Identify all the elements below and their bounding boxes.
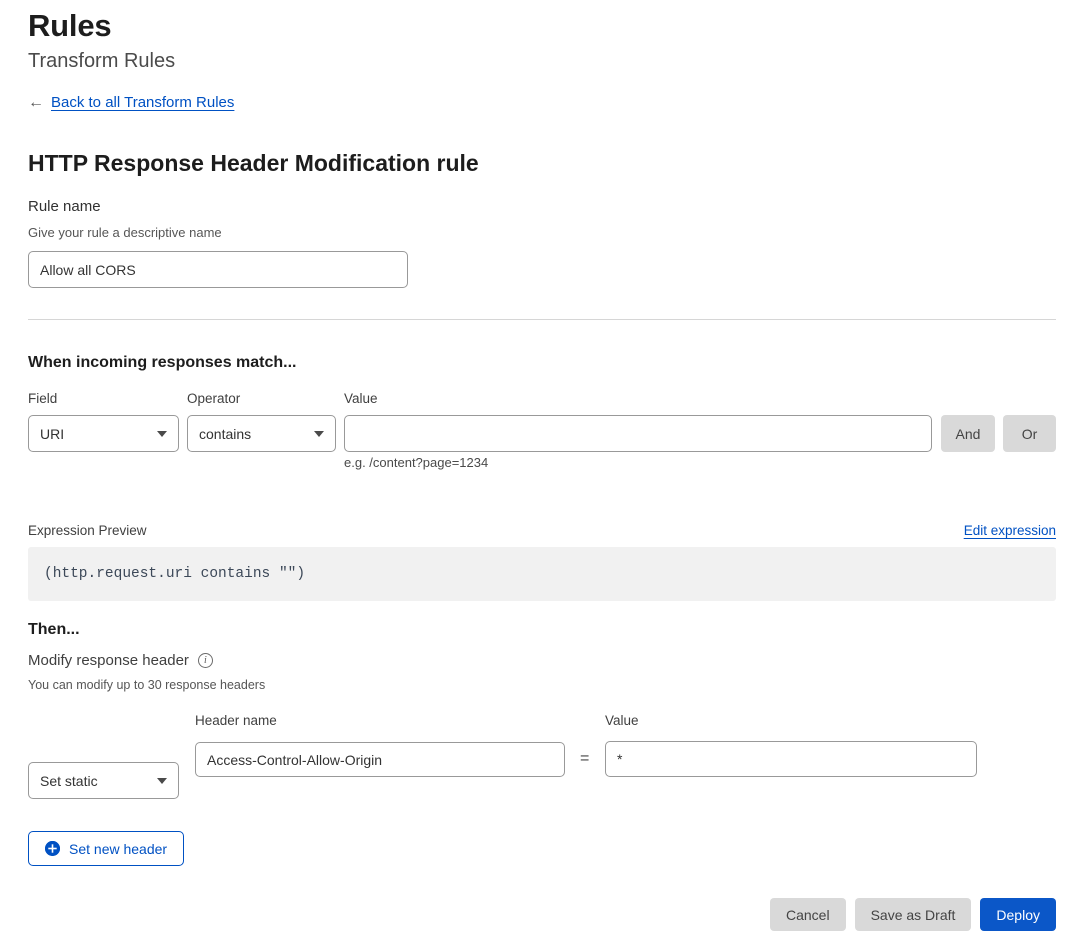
value-label: Value [344,391,378,406]
page-subtitle: Transform Rules [28,50,176,72]
operator-select-value: contains [199,425,252,442]
footer-actions: Cancel Save as Draft Deploy [0,898,1056,931]
header-value-input[interactable] [605,741,977,777]
expression-preview-text: (http.request.uri contains "") [44,566,306,582]
header-mode-select[interactable]: Set static [28,762,179,799]
match-value-hint: e.g. /content?page=1234 [344,455,489,470]
set-new-header-button[interactable]: Set new header [28,831,185,866]
save-as-draft-button[interactable]: Save as Draft [854,898,972,931]
set-new-header-label: Set new header [69,840,168,857]
field-select[interactable]: URI [28,415,179,452]
chevron-down-icon [157,777,167,784]
then-section-heading: Then... [28,621,80,638]
back-to-transform-rules-link[interactable]: ← Back to all Transform Rules [28,94,234,111]
page-title: Rules [28,8,112,43]
and-button[interactable]: And [941,415,995,452]
operator-select[interactable]: contains [187,415,336,452]
plus-circle-icon [45,841,60,856]
equals-sign: = [580,750,590,767]
rule-name-help-text: Give your rule a descriptive name [28,225,222,240]
chevron-down-icon [157,430,167,437]
cancel-button[interactable]: Cancel [769,898,846,931]
chevron-down-icon [314,430,324,437]
back-link-label: Back to all Transform Rules [51,94,235,111]
deploy-button[interactable]: Deploy [980,898,1056,931]
field-label: Field [28,391,58,406]
edit-expression-link[interactable]: Edit expression [964,523,1056,538]
match-section-heading: When incoming responses match... [28,354,297,371]
rule-name-label: Rule name [28,198,101,215]
header-name-label: Header name [195,713,277,728]
info-circle-icon[interactable]: i [197,653,213,668]
modify-response-header-label: Modify response header [28,652,189,669]
then-action-row: Modify response header i [28,652,213,669]
header-name-input[interactable] [195,742,565,777]
or-button[interactable]: Or [1003,415,1056,452]
rule-type-heading: HTTP Response Header Modification rule [28,150,479,176]
expression-preview-label: Expression Preview [28,523,147,538]
arrow-left-icon: ← [28,93,44,111]
field-select-value: URI [40,425,65,442]
then-help-text: You can modify up to 30 response headers [28,678,266,692]
rule-name-input[interactable] [28,251,408,288]
match-value-input[interactable] [344,415,932,452]
header-mode-select-value: Set static [40,772,98,789]
expression-preview-box: (http.request.uri contains "") [28,547,1056,601]
operator-label: Operator [187,391,241,406]
section-divider [28,319,1056,320]
header-value-label: Value [605,713,639,728]
